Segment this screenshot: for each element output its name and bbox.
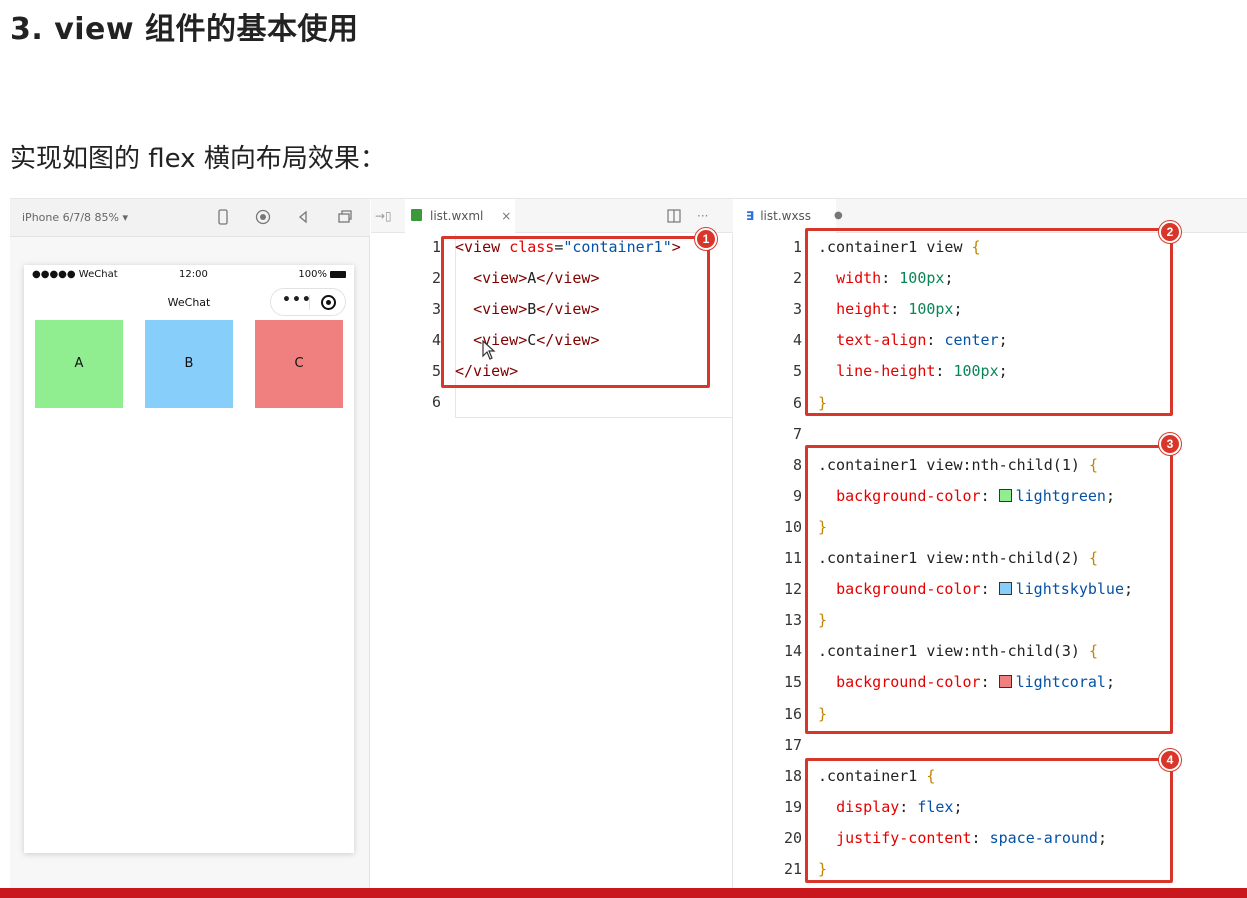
highlight-box-1 [441,236,710,388]
battery-icon [330,270,346,278]
css-file-icon: ∃ [746,209,755,223]
highlight-box-2 [805,228,1173,416]
line-number: 7 [792,424,802,443]
close-tab-icon[interactable]: × [501,209,511,223]
line-number: 13 [783,611,802,630]
wxml-editor[interactable]: 1 <view class="container1"> 2 <view>A</vie… [371,228,733,889]
phone-preview: ●●●●● WeChat 12:00 100% WeChat ••• A B C [24,265,354,853]
badge-1: 1 [695,228,717,250]
record-icon[interactable] [254,208,272,226]
line-number: 16 [783,704,802,723]
line-number: 14 [783,642,802,661]
page-subheading: 实现如图的 flex 横向布局效果： [10,144,386,174]
flex-container: A B C [24,320,354,410]
line-number: 9 [792,486,802,505]
line-number: 6 [431,393,441,411]
line-number: 5 [792,362,802,381]
line-number: 15 [783,673,802,692]
view-box-a: A [35,320,123,408]
window-icon[interactable] [336,208,354,226]
bottom-accent-bar [0,888,1247,898]
badge-4: 4 [1159,749,1181,771]
mouse-cursor-icon [482,339,496,364]
view-box-b: B [145,320,233,408]
line-number: 1 [431,238,441,256]
line-number: 20 [783,828,802,847]
split-editor-icon[interactable] [667,199,685,233]
menu-capsule[interactable]: ••• [270,288,346,316]
line-number: 10 [783,517,802,536]
more-icon[interactable]: ••• [282,292,312,308]
close-miniprogram-icon[interactable] [321,295,336,310]
tab-label: list.wxss [760,209,812,223]
phone-icon[interactable] [214,208,232,226]
line-number: 3 [792,300,802,319]
highlight-box-4 [805,758,1173,883]
devtools-screenshot: iPhone 6/7/8 85% ▾ ●●●●● WeChat 12:00 10… [10,198,1247,889]
line-number: 2 [431,269,441,287]
battery-status: 100% [298,269,346,280]
tab-label: list.wxml [430,209,484,223]
page-heading: 3. view 组件的基本使用 [10,12,359,47]
wxml-tabbar: →▯ list.wxml × ··· [371,199,733,233]
simulator-panel: iPhone 6/7/8 85% ▾ ●●●●● WeChat 12:00 10… [10,199,370,889]
wxml-file-icon [411,209,422,221]
wxss-editor[interactable]: 1 .container1 view {2 width: 100px; 3 heig… [734,221,1247,889]
device-selector[interactable]: iPhone 6/7/8 85% ▾ [22,211,128,224]
line-number: 3 [431,300,441,318]
speaker-icon[interactable] [294,208,312,226]
simulator-toolbar: iPhone 6/7/8 85% ▾ [10,199,370,237]
line-number: 4 [792,331,802,350]
line-number: 6 [792,393,802,412]
capsule-divider [309,295,310,310]
line-number: 19 [783,797,802,816]
status-bar: ●●●●● WeChat 12:00 100% [24,265,354,285]
clock: 12:00 [179,269,208,280]
tab-list-wxml[interactable]: list.wxml × [405,199,515,233]
carrier-label: ●●●●● WeChat [32,269,118,280]
line-number: 18 [783,766,802,785]
highlight-box-3 [805,445,1173,734]
line-number: 8 [792,455,802,474]
line-number: 17 [783,735,802,754]
split-arrow-icon[interactable]: →▯ [375,199,392,233]
battery-label: 100% [298,269,327,280]
view-box-c: C [255,320,343,408]
line-number: 11 [783,549,802,567]
line-number: 5 [431,362,441,380]
line-number: 2 [792,269,802,288]
line-number: 1 [792,238,802,256]
badge-3: 3 [1159,433,1181,455]
badge-2: 2 [1159,221,1181,243]
line-number: 4 [431,331,441,349]
line-number: 21 [783,860,802,878]
line-number: 12 [783,580,802,599]
